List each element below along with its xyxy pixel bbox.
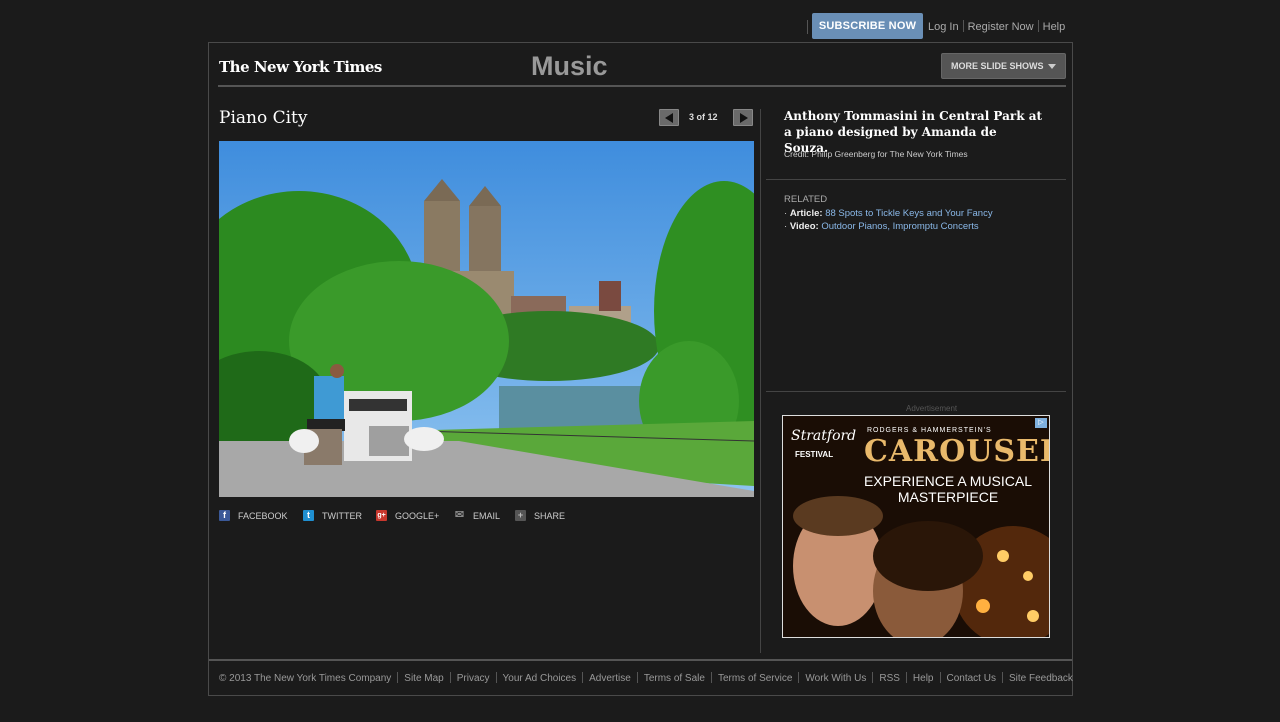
- divider: [872, 672, 874, 683]
- ad-presents: RODGERS & HAMMERSTEIN'S: [867, 427, 992, 434]
- ad-festival-label: FESTIVAL: [795, 450, 834, 459]
- footer-link[interactable]: Privacy: [457, 673, 490, 684]
- slideshow-frame: The New York Times Music MORE SLIDE SHOW…: [208, 42, 1073, 696]
- more-slideshows-button[interactable]: MORE SLIDE SHOWS: [941, 53, 1066, 79]
- footer-link[interactable]: Contact Us: [947, 673, 996, 684]
- help-link[interactable]: Help: [1043, 21, 1066, 33]
- slide-counter: 3 of 12: [689, 112, 718, 122]
- related-heading: RELATED: [784, 194, 828, 205]
- more-slideshows-label: MORE SLIDE SHOWS: [951, 61, 1044, 71]
- previous-slide-button[interactable]: [659, 109, 679, 126]
- chevron-down-icon: [1048, 64, 1056, 69]
- nyt-logo[interactable]: The New York Times: [219, 58, 382, 76]
- divider: [905, 672, 907, 683]
- email-icon: ✉: [454, 509, 465, 521]
- divider: [766, 391, 1066, 392]
- divider: [636, 672, 638, 683]
- ad-show-title: CAROUSEL: [864, 434, 1050, 469]
- divider: [710, 672, 712, 683]
- account-links: Log In Register Now Help: [928, 20, 1065, 33]
- divider: [397, 672, 399, 683]
- divider: [798, 672, 800, 683]
- slideshow-title: Piano City: [219, 108, 308, 128]
- footer-link[interactable]: Help: [913, 673, 934, 684]
- related-item: · Video: Outdoor Pianos, Impromptu Conce…: [784, 221, 979, 232]
- divider: [962, 20, 964, 32]
- footer-divider: [209, 659, 1072, 661]
- footer-link[interactable]: Work With Us: [805, 673, 866, 684]
- divider: [449, 672, 451, 683]
- google-plus-label: GOOGLE+: [395, 511, 440, 521]
- footer-link[interactable]: Your Ad Choices: [503, 673, 577, 684]
- ad-tagline: EXPERIENCE A MUSICAL MASTERPIECE: [863, 473, 1033, 505]
- footer-link[interactable]: Advertise: [589, 673, 631, 684]
- twitter-icon: t: [303, 510, 314, 521]
- arrow-right-icon: [740, 113, 748, 123]
- arrow-left-icon: [665, 113, 673, 123]
- related-item: · Article: 88 Spots to Tickle Keys and Y…: [784, 208, 993, 219]
- google-plus-icon: g+: [376, 510, 387, 521]
- ad-festival-name: Stratford: [791, 428, 857, 444]
- related-kind: Article:: [789, 208, 823, 219]
- related-list: · Article: 88 Spots to Tickle Keys and Y…: [784, 207, 993, 233]
- divider: [582, 672, 584, 683]
- footer-links: © 2013 The New York Times Company Site Ma…: [219, 672, 1073, 684]
- email-label: EMAIL: [473, 511, 501, 521]
- register-link[interactable]: Register Now: [968, 21, 1034, 33]
- column-divider: [760, 109, 761, 653]
- divider: [495, 672, 497, 683]
- share-plus-icon: +: [515, 510, 526, 521]
- slide-photo[interactable]: [219, 141, 754, 497]
- facebook-label: FACEBOOK: [238, 511, 288, 521]
- subscribe-button[interactable]: SUBSCRIBE NOW: [812, 13, 923, 39]
- divider: [807, 20, 808, 34]
- footer-link[interactable]: Terms of Sale: [644, 673, 705, 684]
- related-kind: Video:: [789, 221, 819, 232]
- section-title: Music: [531, 51, 608, 81]
- next-slide-button[interactable]: [733, 109, 753, 126]
- divider: [1001, 672, 1003, 683]
- twitter-label: TWITTER: [322, 511, 362, 521]
- photo-credit: Credit: Philip Greenberg for The New Yor…: [784, 149, 968, 159]
- related-article-link[interactable]: 88 Spots to Tickle Keys and Your Fancy: [825, 208, 992, 219]
- ad-choices-icon[interactable]: ▷: [1035, 418, 1047, 428]
- divider: [939, 672, 941, 683]
- header-divider: [218, 85, 1066, 87]
- copyright: © 2013 The New York Times Company: [219, 673, 392, 684]
- facebook-icon: f: [219, 510, 230, 521]
- carousel-advertisement[interactable]: ▷ Stratford FESTIVAL RODGERS & HAMMERSTE…: [782, 415, 1050, 638]
- login-link[interactable]: Log In: [928, 21, 959, 33]
- advertisement-label: Advertisement: [906, 404, 958, 413]
- central-park-piano-photo: [219, 141, 754, 497]
- footer-link[interactable]: RSS: [879, 673, 900, 684]
- footer-link[interactable]: Terms of Service: [718, 673, 792, 684]
- top-utility-bar: SUBSCRIBE NOW Log In Register Now Help: [0, 13, 1280, 41]
- divider: [1037, 20, 1039, 32]
- footer-link[interactable]: Site Feedback: [1009, 673, 1073, 684]
- footer-link[interactable]: Site Map: [404, 673, 443, 684]
- divider: [766, 179, 1066, 180]
- related-video-link[interactable]: Outdoor Pianos, Impromptu Concerts: [821, 221, 978, 232]
- share-label: SHARE: [534, 511, 566, 521]
